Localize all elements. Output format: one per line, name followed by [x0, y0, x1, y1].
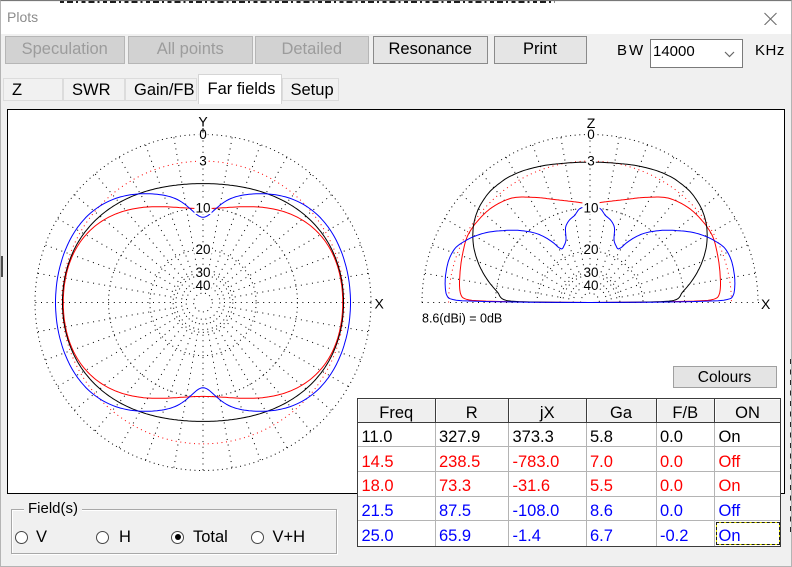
svg-text:40: 40: [583, 278, 598, 293]
svg-text:X: X: [375, 295, 385, 311]
svg-text:Y: Y: [198, 113, 208, 129]
svg-text:10: 10: [195, 200, 210, 215]
svg-text:X: X: [761, 296, 771, 312]
svg-text:3: 3: [587, 153, 595, 168]
svg-text:10: 10: [583, 200, 598, 215]
svg-text:40: 40: [195, 278, 210, 293]
svg-text:20: 20: [583, 241, 598, 256]
svg-text:20: 20: [195, 241, 210, 256]
svg-text:3: 3: [199, 153, 207, 168]
svg-text:8.6(dBi) = 0dB: 8.6(dBi) = 0dB: [422, 311, 502, 325]
svg-text:Z: Z: [587, 115, 596, 131]
